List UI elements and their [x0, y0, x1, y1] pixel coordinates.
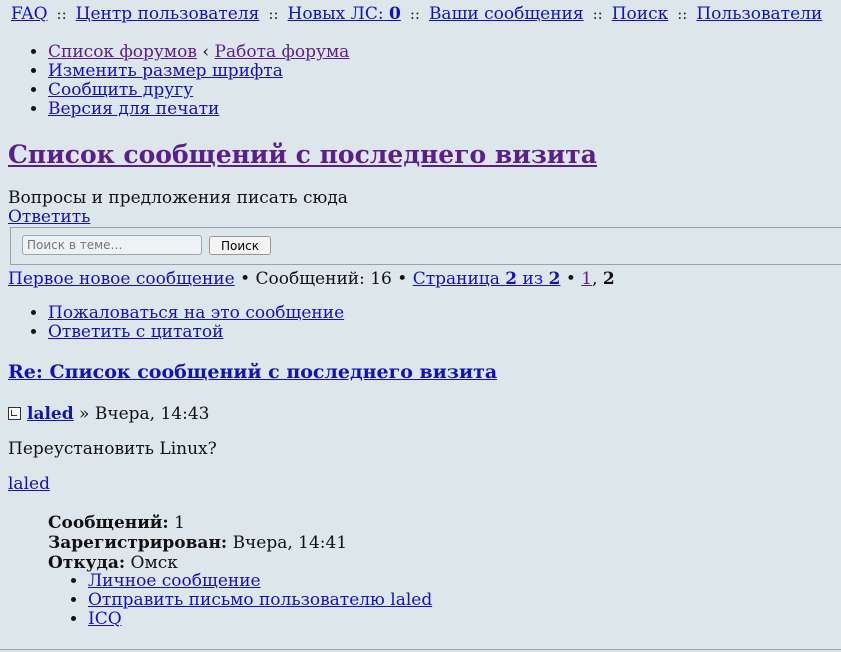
post-title-link[interactable]: Re: Список сообщений с последнего визита: [8, 361, 497, 383]
print-view-link[interactable]: Версия для печати: [48, 99, 219, 119]
members-link[interactable]: Пользователи: [696, 4, 822, 24]
topic-title-link[interactable]: Список сообщений с последнего визита: [8, 140, 597, 169]
posts-count: 16: [370, 269, 392, 289]
post-author-link[interactable]: laled: [27, 404, 74, 424]
nav-separator: ::: [56, 5, 67, 23]
breadcrumb-arrow: ‹: [202, 42, 210, 62]
nav-separator: ::: [268, 5, 279, 23]
current-page: 2: [505, 269, 518, 289]
page-1-link[interactable]: 1: [581, 269, 592, 289]
private-message-link[interactable]: Личное сообщение: [88, 571, 261, 591]
posts-count-label: Сообщений:: [255, 269, 365, 289]
of-word: из: [522, 269, 544, 289]
author-separator: »: [79, 404, 90, 424]
profile-from-row: Откуда: Омск: [48, 553, 347, 573]
page-word: Страница: [412, 269, 500, 289]
list-item: Изменить размер шрифта: [48, 62, 349, 81]
top-navigation: FAQ:: Центр пользователя:: Новых ЛС: 0:: Ва…: [11, 4, 822, 24]
profile-from-value: Омск: [130, 553, 178, 573]
profile-contact-list: Личное сообщение Отправить письмо пользо…: [88, 572, 432, 629]
topic-search-button[interactable]: Поиск: [209, 236, 271, 255]
list-item: Личное сообщение: [88, 572, 432, 591]
breadcrumb-tools-list: Список форумов ‹ Работа форума Изменить …: [48, 43, 349, 119]
list-item: Сообщить другу: [48, 81, 349, 100]
pagination-bar: Первое новое сообщение • Сообщений: 16 •…: [8, 269, 615, 289]
list-item: Версия для печати: [48, 100, 349, 119]
post-content: Переустановить Linux?: [8, 439, 217, 459]
search-link[interactable]: Поиск: [612, 4, 669, 24]
profile-joined-value: Вчера, 14:41: [232, 533, 348, 553]
bullet: •: [565, 269, 576, 289]
profile-posts-row: Сообщений: 1: [48, 513, 347, 533]
post-actions-list: Пожаловаться на это сообщение Ответить с…: [48, 304, 344, 342]
report-post-link[interactable]: Пожаловаться на это сообщение: [48, 303, 344, 323]
profile-joined-label: Зарегистрирован:: [48, 533, 228, 553]
new-pm-label: Новых ЛС:: [287, 4, 384, 24]
page-indicator-link[interactable]: Страница 2 из 2: [413, 269, 561, 289]
page-comma: ,: [592, 269, 598, 289]
faq-link[interactable]: FAQ: [11, 4, 48, 24]
list-item: Пожаловаться на это сообщение: [48, 304, 344, 323]
profile-joined-row: Зарегистрирован: Вчера, 14:41: [48, 533, 347, 553]
post-title: Re: Список сообщений с последнего визита: [8, 361, 497, 383]
list-item: Ответить с цитатой: [48, 323, 344, 342]
post-author-line: laled » Вчера, 14:43: [8, 404, 209, 424]
profile-from-label: Откуда:: [48, 553, 126, 573]
breadcrumb-forum[interactable]: Работа форума: [215, 42, 350, 62]
quote-reply-link[interactable]: Ответить с цитатой: [48, 322, 223, 342]
new-pm-count: 0: [388, 4, 401, 24]
list-item: Отправить письмо пользователю laled: [88, 591, 432, 610]
user-control-panel-link[interactable]: Центр пользователя: [76, 4, 260, 24]
first-unread-link[interactable]: Первое новое сообщение: [8, 269, 235, 289]
bullet: •: [397, 269, 408, 289]
private-messages-link[interactable]: Новых ЛС: 0: [288, 4, 401, 24]
change-font-size-link[interactable]: Изменить размер шрифта: [48, 61, 283, 81]
post-time: Вчера, 14:43: [94, 404, 210, 424]
list-item: Список форумов ‹ Работа форума: [48, 43, 349, 62]
send-email-link[interactable]: Отправить письмо пользователю laled: [88, 590, 432, 610]
topic-search-input[interactable]: [22, 235, 202, 255]
email-friend-link[interactable]: Сообщить другу: [48, 80, 193, 100]
icq-link[interactable]: ICQ: [88, 609, 122, 629]
list-item: ICQ: [88, 610, 432, 629]
page-2-current: 2: [602, 269, 615, 289]
post-reply-link[interactable]: Ответить: [8, 207, 90, 227]
topic-description: Вопросы и предложения писать сюда: [8, 188, 348, 208]
bullet: •: [240, 269, 251, 289]
total-pages: 2: [548, 269, 561, 289]
nav-separator: ::: [677, 5, 688, 23]
breadcrumb-forum-index[interactable]: Список форумов: [48, 42, 197, 62]
profile-posts-value: 1: [174, 513, 185, 533]
nav-separator: ::: [409, 5, 420, 23]
page-title: Список сообщений с последнего визита: [8, 140, 597, 169]
profile-details: Сообщений: 1 Зарегистрирован: Вчера, 14:…: [48, 513, 347, 573]
nav-separator: ::: [592, 5, 603, 23]
profile-posts-label: Сообщений:: [48, 513, 169, 533]
bottom-divider: [0, 649, 841, 650]
profile-username-link[interactable]: laled: [8, 474, 50, 494]
your-posts-link[interactable]: Ваши сообщения: [429, 4, 584, 24]
topic-search-box: Поиск: [10, 227, 841, 265]
post-icon[interactable]: [8, 407, 21, 420]
